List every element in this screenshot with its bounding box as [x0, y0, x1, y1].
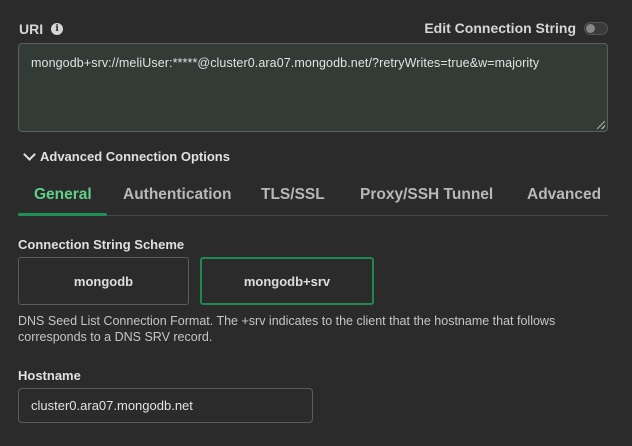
- scheme-option-mongodb[interactable]: mongodb: [18, 257, 189, 305]
- chevron-down-icon: [23, 148, 36, 161]
- edit-connection-string-toggle[interactable]: [584, 21, 608, 35]
- edit-connection-string-row: Edit Connection String: [424, 20, 608, 36]
- uri-textarea[interactable]: mongodb+srv://meliUser:*****@cluster0.ar…: [18, 43, 608, 132]
- uri-label: URI: [19, 21, 44, 37]
- uri-label-row: URI i: [19, 21, 64, 37]
- advanced-options-toggle[interactable]: Advanced Connection Options: [23, 148, 230, 164]
- scheme-label: Connection String Scheme: [18, 237, 185, 252]
- tab-authentication[interactable]: Authentication: [123, 186, 232, 204]
- resize-handle-icon[interactable]: [597, 121, 605, 129]
- edit-connection-string-label: Edit Connection String: [424, 20, 576, 36]
- info-icon[interactable]: i: [51, 23, 64, 35]
- hostname-value: cluster0.ara07.mongodb.net: [31, 398, 193, 413]
- tab-tls-ssl[interactable]: TLS/SSL: [261, 186, 325, 204]
- tab-advanced[interactable]: Advanced: [527, 186, 601, 204]
- connection-form: URI i Edit Connection String mongodb+srv…: [0, 0, 632, 446]
- active-tab-indicator: [18, 213, 107, 216]
- scheme-option-mongodb-srv[interactable]: mongodb+srv: [200, 257, 374, 305]
- advanced-options-label: Advanced Connection Options: [40, 149, 230, 164]
- scheme-description: DNS Seed List Connection Format. The +sr…: [18, 314, 556, 344]
- uri-value: mongodb+srv://meliUser:*****@cluster0.ar…: [31, 56, 540, 70]
- hostname-label: Hostname: [18, 368, 81, 383]
- options-tabs: General Authentication TLS/SSL Proxy/SSH…: [18, 178, 608, 216]
- tab-general[interactable]: General: [34, 186, 92, 204]
- tab-proxy-ssh-tunnel[interactable]: Proxy/SSH Tunnel: [360, 186, 493, 204]
- hostname-input[interactable]: cluster0.ara07.mongodb.net: [18, 388, 313, 423]
